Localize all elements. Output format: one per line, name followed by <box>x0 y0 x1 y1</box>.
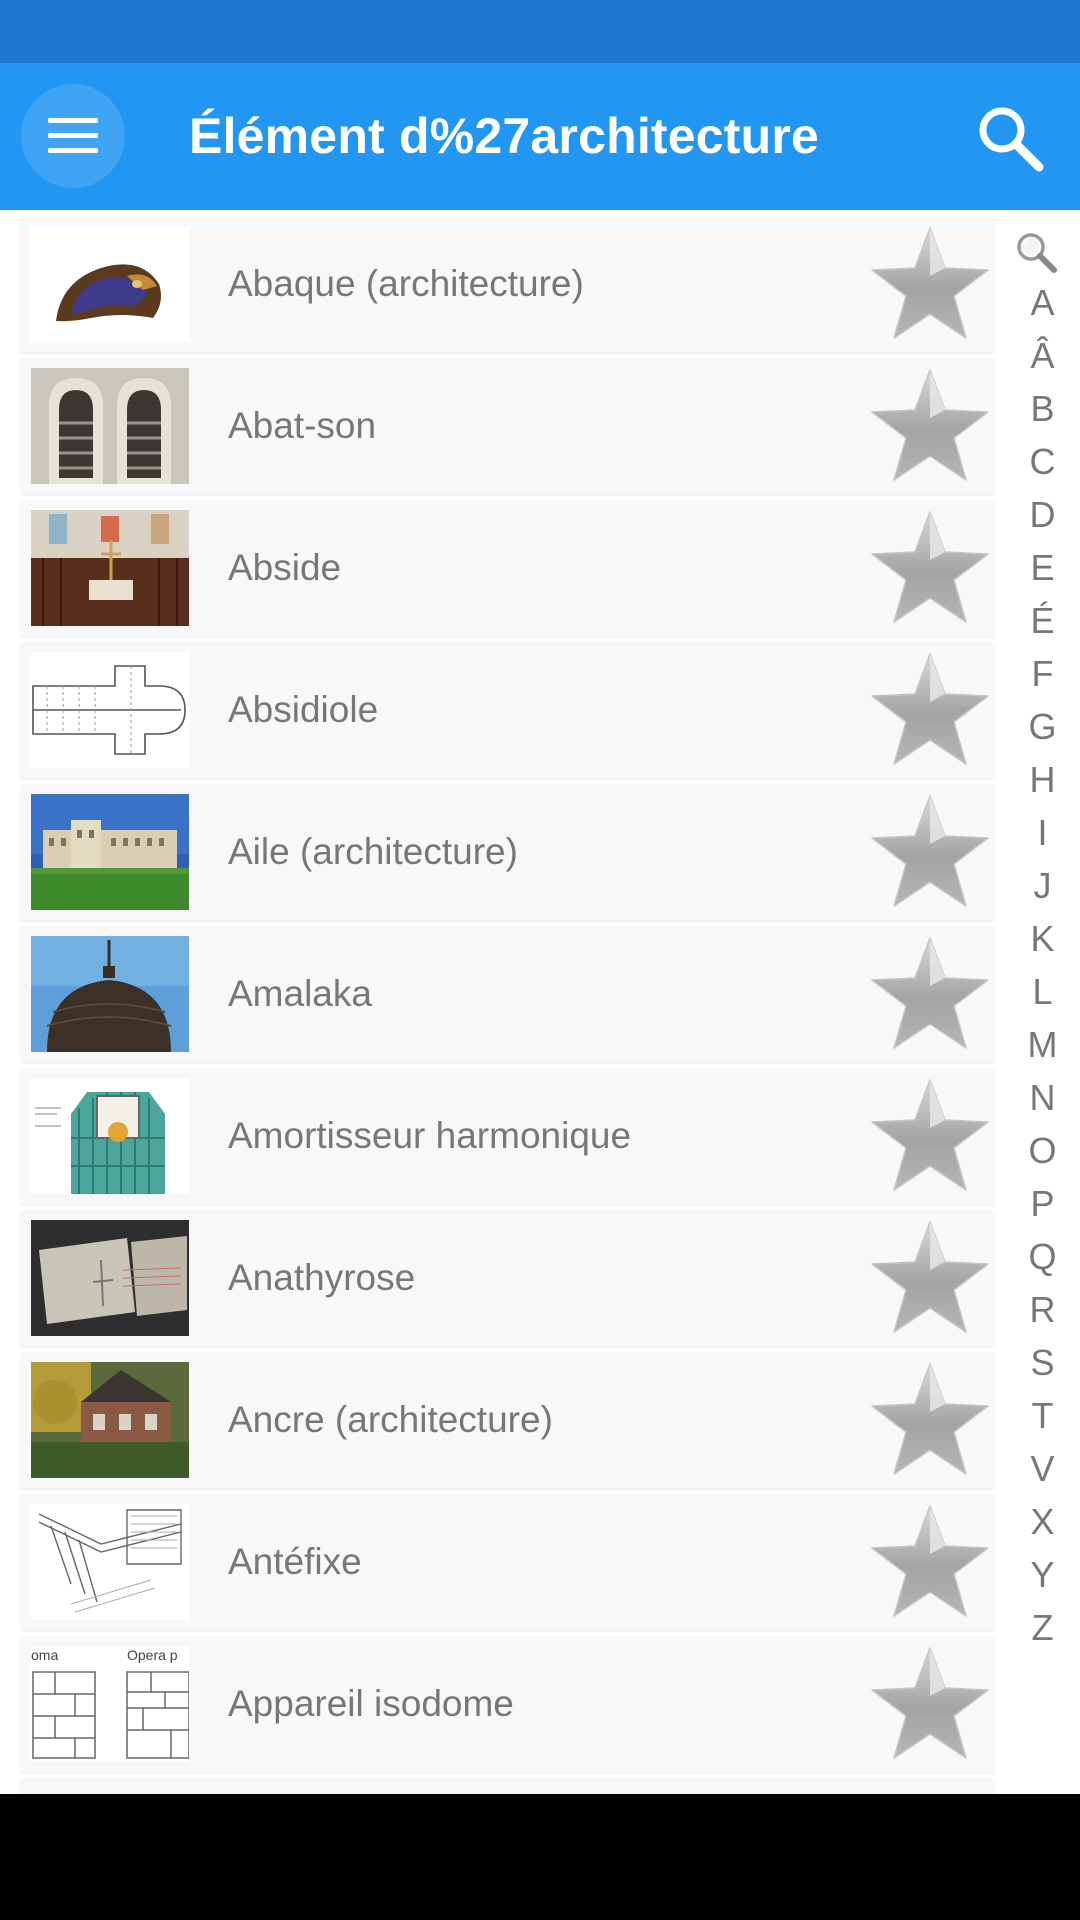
index-letter[interactable]: R <box>1005 1283 1080 1336</box>
alphabet-index: AÂBCDEÉFGHIJKLMNOPQRSTVXYZ <box>1005 230 1080 1654</box>
list-item-label: Abside <box>228 547 342 588</box>
index-letter[interactable]: E <box>1005 541 1080 594</box>
list-item-label: Antéfixe <box>228 1541 362 1582</box>
louvred-window-thumbnail <box>31 368 189 484</box>
list-item-label: Aile (architecture) <box>228 831 518 872</box>
index-letter[interactable]: X <box>1005 1495 1080 1548</box>
favorite-star-icon[interactable] <box>868 792 992 912</box>
list-item-partial[interactable] <box>20 1778 995 1794</box>
favorite-star-icon[interactable] <box>868 508 992 628</box>
list-item-label: Anathyrose <box>228 1257 416 1298</box>
favorite-star-icon[interactable] <box>868 366 992 486</box>
list-item[interactable]: Antéfixe <box>20 1494 995 1630</box>
temple-dome-thumbnail <box>31 936 189 1052</box>
masonry-left-caption: oma <box>31 1647 58 1663</box>
index-letter[interactable]: N <box>1005 1071 1080 1124</box>
favorite-star-icon[interactable] <box>868 1502 992 1622</box>
index-letter[interactable]: H <box>1005 753 1080 806</box>
index-letter[interactable]: B <box>1005 382 1080 435</box>
list-item-label: Appareil isodome <box>228 1683 514 1724</box>
list-item[interactable]: Absidiole <box>20 642 995 778</box>
list-item[interactable]: oma Opera p Appareil isodome <box>20 1636 995 1772</box>
magnifier-icon[interactable] <box>1014 230 1058 274</box>
church-apse-thumbnail <box>31 510 189 626</box>
list-item[interactable]: Amortisseur harmonique <box>20 1068 995 1204</box>
index-letter[interactable]: A <box>1005 276 1080 329</box>
search-button[interactable] <box>975 103 1045 173</box>
favorite-star-icon[interactable] <box>868 650 992 770</box>
index-letter[interactable]: T <box>1005 1389 1080 1442</box>
masonry-right-caption: Opera p <box>127 1647 178 1663</box>
search-icon <box>979 107 1044 172</box>
list-item-label: Ancre (architecture) <box>228 1399 553 1440</box>
brick-house-thumbnail <box>31 1362 189 1478</box>
favorite-star-icon[interactable] <box>868 224 992 344</box>
index-letter[interactable]: O <box>1005 1124 1080 1177</box>
index-letter[interactable]: K <box>1005 912 1080 965</box>
list-item[interactable]: Abat-son <box>20 358 995 494</box>
capital-ornament-thumbnail <box>31 226 189 342</box>
tower-damper-thumbnail <box>31 1078 189 1194</box>
content-area: Abaque (architecture) Abat-son Abside Absid… <box>0 210 1080 1794</box>
app-bar: Élément d%27architecture <box>0 63 1080 210</box>
roof-sketch-thumbnail <box>31 1504 189 1620</box>
index-letter[interactable]: Y <box>1005 1548 1080 1601</box>
index-letter[interactable]: L <box>1005 965 1080 1018</box>
navigation-area <box>0 1794 1080 1920</box>
hamburger-menu-icon <box>48 118 98 154</box>
favorite-star-icon[interactable] <box>868 1360 992 1480</box>
index-letter[interactable]: P <box>1005 1177 1080 1230</box>
palace-wing-thumbnail <box>31 794 189 910</box>
article-list: Abaque (architecture) Abat-son Abside Absid… <box>20 216 995 1794</box>
list-item-label: Abaque (architecture) <box>228 263 584 304</box>
index-letter[interactable]: S <box>1005 1336 1080 1389</box>
stone-block-thumbnail <box>31 1220 189 1336</box>
favorite-star-icon[interactable] <box>868 1218 992 1338</box>
list-item-label: Amortisseur harmonique <box>228 1115 632 1156</box>
list-item[interactable]: Amalaka <box>20 926 995 1062</box>
index-letter[interactable]: F <box>1005 647 1080 700</box>
index-letter[interactable]: V <box>1005 1442 1080 1495</box>
favorite-star-icon[interactable] <box>868 1076 992 1196</box>
status-bar <box>0 0 1080 63</box>
list-item[interactable]: Ancre (architecture) <box>20 1352 995 1488</box>
list-item[interactable]: Anathyrose <box>20 1210 995 1346</box>
index-letter[interactable]: Â <box>1005 329 1080 382</box>
masonry-diagram-thumbnail: oma Opera p <box>31 1646 189 1762</box>
floor-plan-thumbnail <box>31 652 189 768</box>
index-letter[interactable]: D <box>1005 488 1080 541</box>
list-item[interactable]: Abaque (architecture) <box>20 216 995 352</box>
favorite-star-icon[interactable] <box>868 934 992 1054</box>
menu-button[interactable] <box>21 84 125 188</box>
index-letter[interactable]: Q <box>1005 1230 1080 1283</box>
index-letter[interactable]: Z <box>1005 1601 1080 1654</box>
favorite-star-icon[interactable] <box>868 1644 992 1764</box>
list-item-label: Amalaka <box>228 973 372 1014</box>
index-letter[interactable]: J <box>1005 859 1080 912</box>
index-letter[interactable]: É <box>1005 594 1080 647</box>
index-letter[interactable]: G <box>1005 700 1080 753</box>
index-letter[interactable]: I <box>1005 806 1080 859</box>
list-item[interactable]: Abside <box>20 500 995 636</box>
list-item-label: Absidiole <box>228 689 379 730</box>
index-letter[interactable]: M <box>1005 1018 1080 1071</box>
list-item-label: Abat-son <box>228 405 377 446</box>
page-title: Élément d%27architecture <box>189 108 820 164</box>
list-item[interactable]: Aile (architecture) <box>20 784 995 920</box>
index-letter[interactable]: C <box>1005 435 1080 488</box>
